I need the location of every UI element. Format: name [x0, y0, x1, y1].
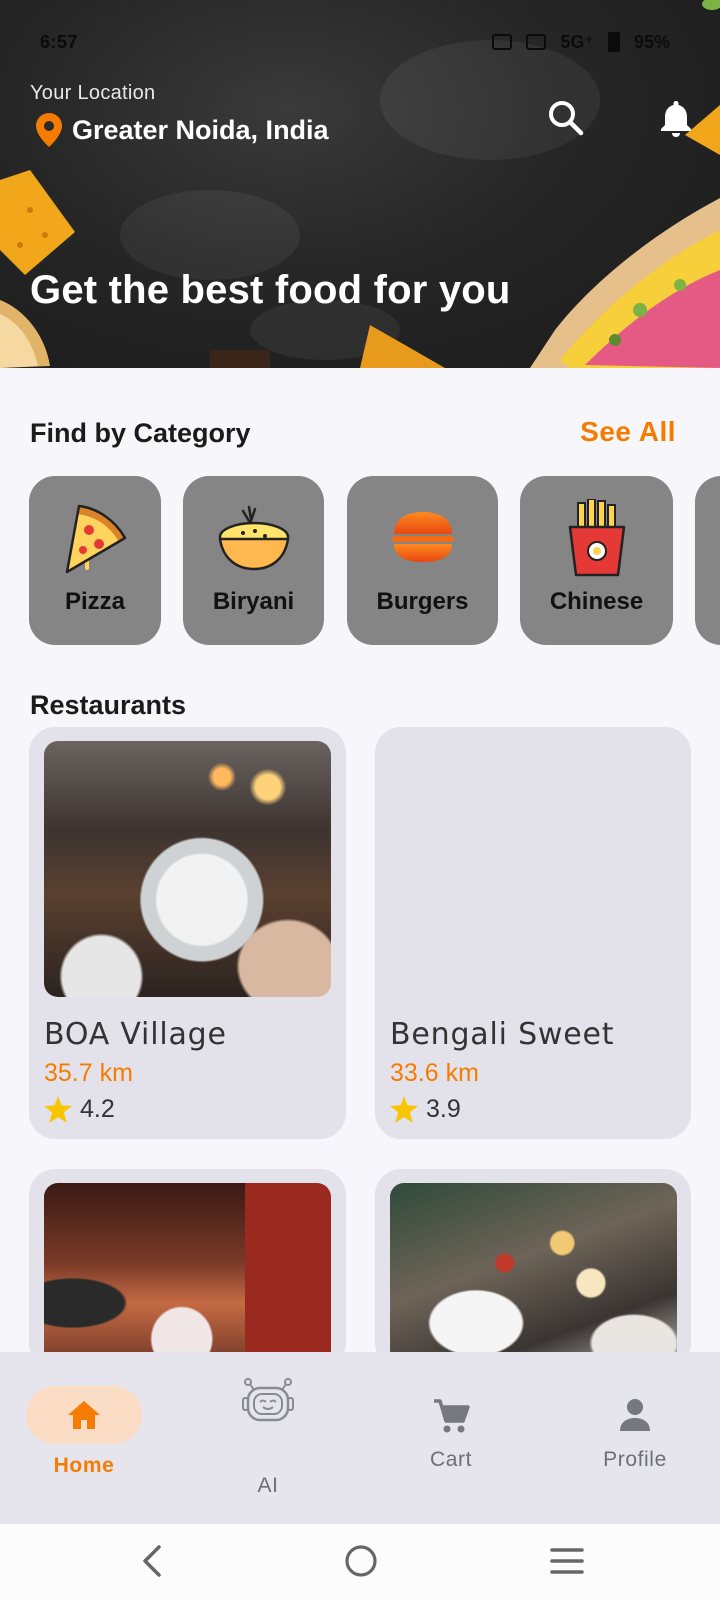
back-icon[interactable] — [140, 1544, 164, 1578]
hero-headline: Get the best food for you — [30, 268, 511, 312]
category-label: Pizza — [64, 588, 126, 615]
restaurant-name: Bengali Sweet — [390, 1017, 615, 1052]
restaurant-name: BOA Village — [44, 1017, 227, 1052]
restaurant-distance: 35.7 km — [44, 1059, 133, 1087]
restaurant-photo — [44, 741, 331, 997]
home-icon — [68, 1401, 100, 1429]
rating-value: 4.2 — [80, 1095, 115, 1123]
restaurant-card[interactable] — [29, 1169, 346, 1369]
recents-menu-icon[interactable] — [550, 1547, 584, 1575]
battery-icon — [607, 32, 620, 52]
category-pizza[interactable]: Pizza — [29, 476, 161, 645]
restaurant-card[interactable]: BOA Village 35.7 km 4.2 — [29, 727, 346, 1139]
alarm-icon — [492, 34, 513, 50]
restaurants-section-title: Restaurants — [30, 690, 187, 720]
notification-bell-icon[interactable] — [656, 98, 696, 138]
nav-label: Profile — [603, 1448, 667, 1471]
nacho-chip-decoration — [0, 170, 75, 275]
status-time: 6:57 — [40, 31, 79, 52]
status-bar: 6:57 5G⁺ 95% — [40, 30, 670, 54]
restaurant-rating: 3.9 — [390, 1095, 461, 1124]
star-icon — [390, 1096, 418, 1123]
restaurant-photo — [44, 1183, 331, 1369]
star-icon — [44, 1096, 72, 1123]
network-type: 5G⁺ — [560, 31, 594, 52]
category-label: Chinese — [549, 588, 644, 615]
system-navigation-bar — [0, 1524, 720, 1600]
vibrate-icon — [526, 34, 547, 50]
robot-icon — [242, 1378, 294, 1422]
location-text: Greater Noida, India — [72, 114, 329, 145]
cart-icon — [434, 1399, 470, 1433]
nav-ai[interactable]: AI — [210, 1376, 326, 1498]
burger-icon — [391, 512, 454, 562]
herb-decoration — [702, 0, 720, 10]
rating-value: 3.9 — [426, 1095, 461, 1123]
fries-icon — [568, 499, 625, 577]
hero-banner: 6:57 5G⁺ 95% Your Location Greater Noida… — [0, 0, 720, 368]
category-section-title: Find by Category — [30, 418, 251, 448]
category-burgers[interactable]: Burgers — [347, 476, 498, 645]
nav-cart[interactable]: Cart — [393, 1398, 509, 1472]
person-icon — [620, 1399, 650, 1431]
location-label: Your Location — [30, 82, 156, 104]
hotdog-decoration — [530, 198, 720, 368]
category-biryani[interactable]: Biryani — [183, 476, 324, 645]
battery-level: 95% — [633, 31, 670, 52]
nav-profile[interactable]: Profile — [577, 1398, 693, 1472]
nacho-chip-decoration-2 — [360, 325, 445, 368]
restaurant-card[interactable] — [375, 1169, 691, 1369]
home-circle-icon[interactable] — [344, 1544, 378, 1578]
chocolate-decoration — [210, 350, 270, 368]
location-pin-icon — [36, 113, 62, 147]
category-list[interactable]: Pizza Biryani Burgers Chinese — [0, 476, 720, 646]
category-partial[interactable] — [695, 476, 720, 645]
pizza-icon — [65, 504, 127, 574]
biryani-icon — [218, 505, 289, 571]
nav-home[interactable]: Home — [26, 1386, 142, 1478]
see-all-link[interactable]: See All — [580, 416, 676, 448]
nav-label: AI — [257, 1474, 279, 1497]
category-label: Biryani — [212, 588, 295, 615]
restaurant-rating: 4.2 — [44, 1095, 115, 1124]
nav-label: Cart — [429, 1448, 473, 1471]
search-icon[interactable] — [546, 98, 586, 138]
nav-active-indicator — [26, 1386, 142, 1444]
nav-label: Home — [53, 1454, 115, 1477]
restaurant-photo — [390, 1183, 677, 1369]
category-chinese[interactable]: Chinese — [520, 476, 673, 645]
restaurant-distance: 33.6 km — [390, 1059, 479, 1087]
bottom-navigation: Home AI Cart Profile — [0, 1352, 720, 1524]
category-label: Burgers — [376, 588, 469, 615]
location-selector[interactable]: Greater Noida, India — [36, 113, 329, 147]
restaurant-card[interactable]: Bengali Sweet 33.6 km 3.9 — [375, 727, 691, 1139]
